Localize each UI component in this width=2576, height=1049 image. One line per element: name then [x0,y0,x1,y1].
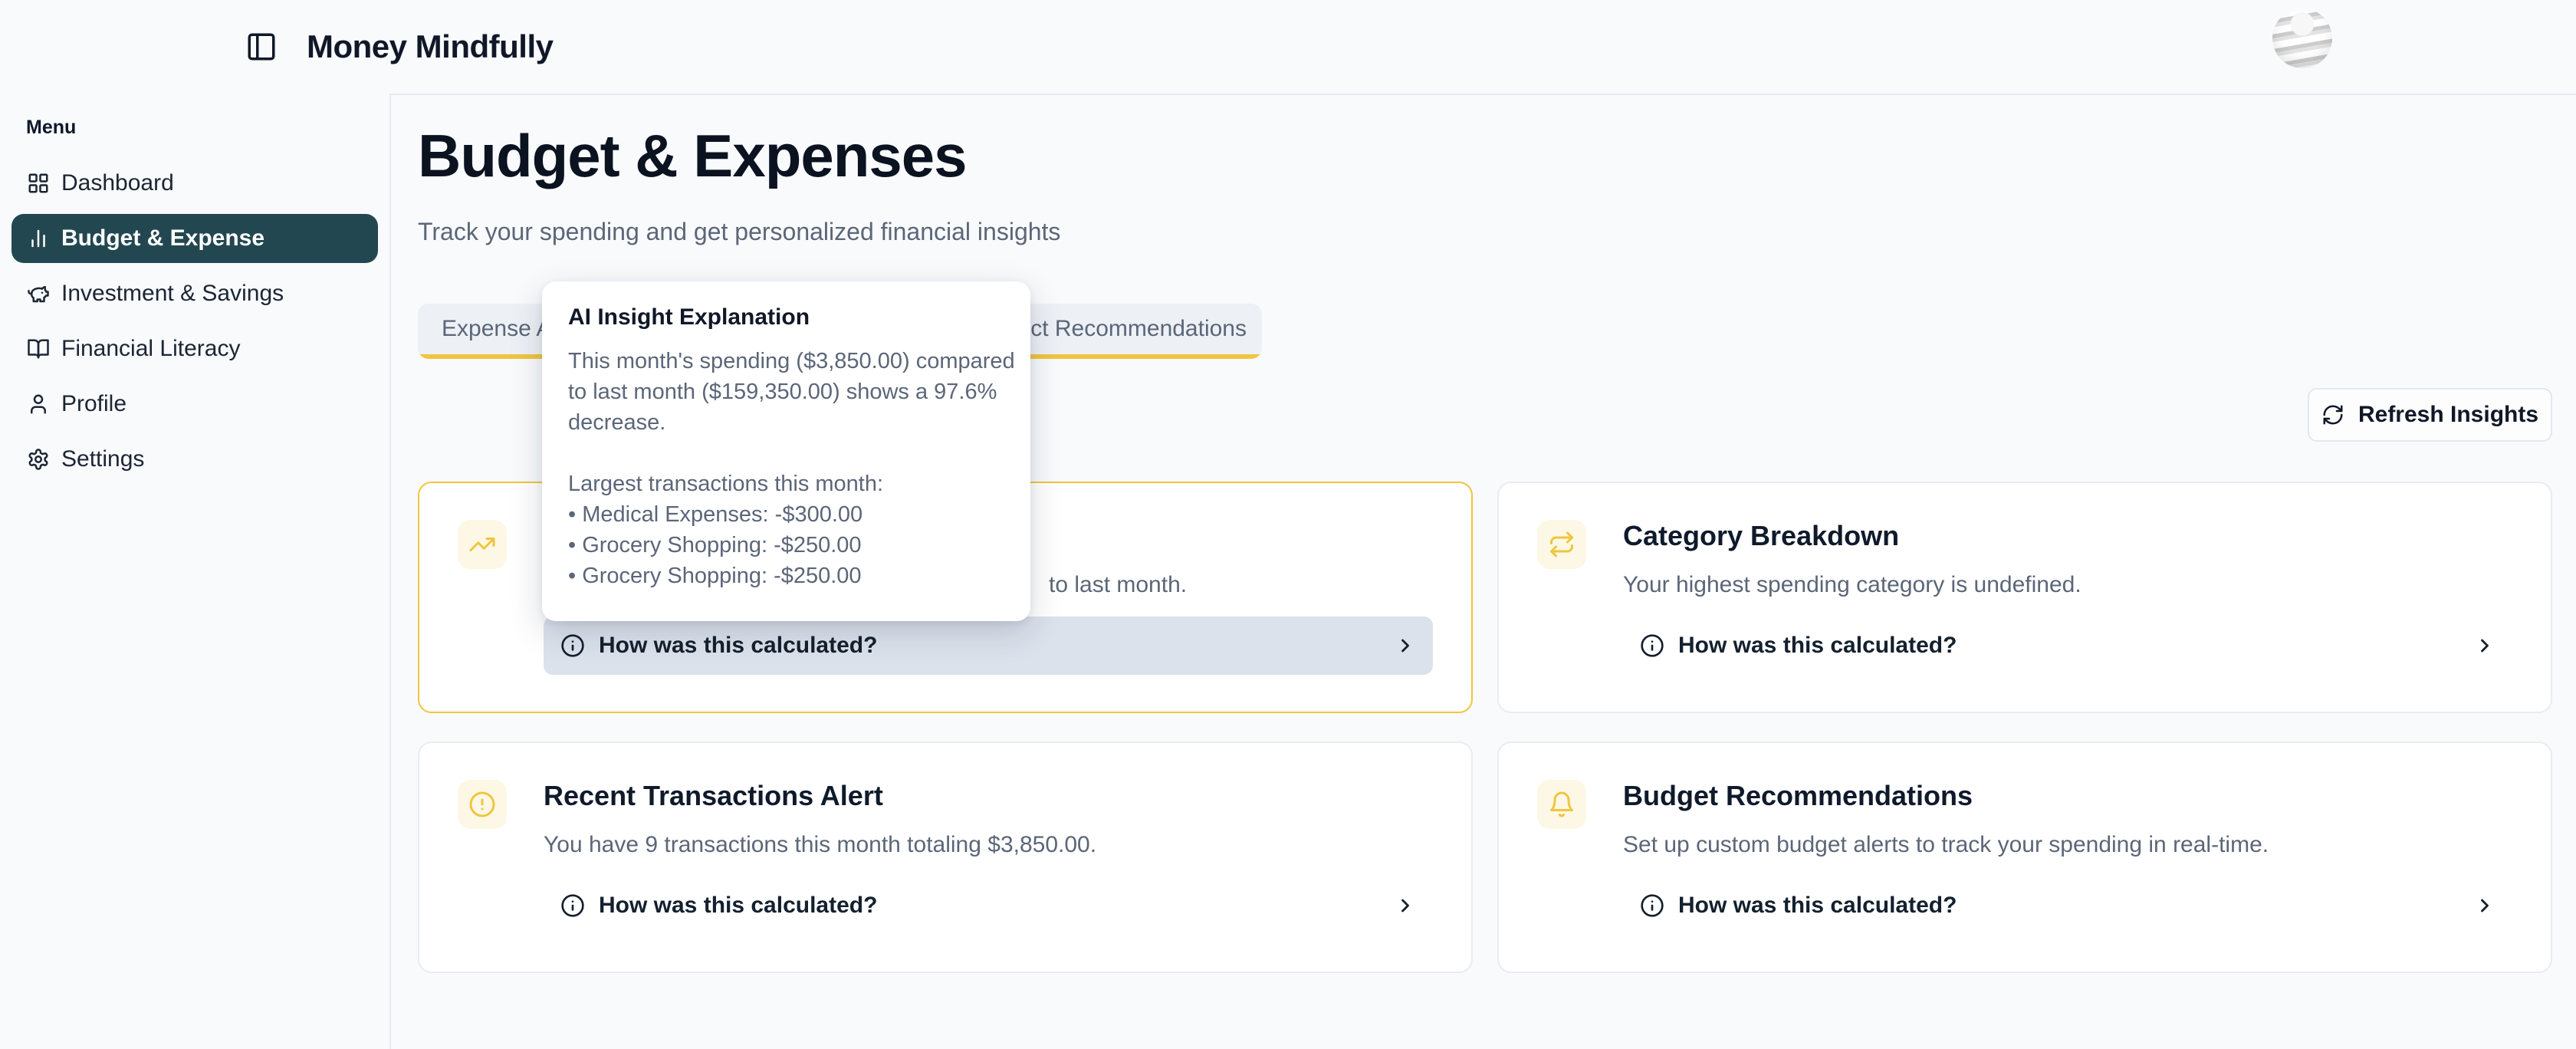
sidebar-item-label: Budget & Expense [61,225,264,252]
sidebar-item-label: Profile [61,391,127,417]
bell-icon [1537,780,1586,829]
refresh-insights-label: Refresh Insights [2358,402,2538,428]
app-title: Money Mindfully [307,0,554,94]
chevron-right-icon [2474,635,2496,656]
app-window: Money Mindfully Menu Dashboard Budget & … [0,0,2576,1049]
card-budget-recommendations: Budget Recommendations Set up custom bud… [1497,742,2552,973]
tooltip-paragraph-line: to last month ($159,350.00) shows a 97.6… [568,377,1017,407]
card-description: Set up custom budget alerts to track you… [1623,832,2269,858]
panel-left-icon [245,31,278,63]
tooltip-bullet: • Medical Expenses: -$300.00 [568,499,1017,530]
how-calculated-label: How was this calculated? [599,893,877,919]
avatar[interactable] [2272,8,2332,68]
how-calculated-label: How was this calculated? [1678,893,1957,919]
how-calculated-row[interactable]: How was this calculated? [1623,617,2512,675]
alert-circle-icon [458,780,507,829]
how-calculated-row[interactable]: How was this calculated? [544,876,1433,935]
how-calculated-label: How was this calculated? [599,633,877,659]
ai-insight-tooltip: AI Insight Explanation This month's spen… [542,281,1030,621]
sidebar-item-label: Financial Literacy [61,336,240,362]
repeat-icon [1537,520,1586,569]
book-open-icon [27,337,50,360]
card-description: You have 9 transactions this month total… [544,832,1096,858]
piggy-bank-icon [27,282,50,305]
how-calculated-row[interactable]: How was this calculated? [1623,876,2512,935]
tooltip-title: AI Insight Explanation [568,303,1017,332]
top-header: Money Mindfully [0,0,2576,95]
refresh-insights-button[interactable]: Refresh Insights [2308,388,2552,442]
refresh-icon [2321,403,2344,426]
info-icon [1640,633,1664,658]
chevron-right-icon [1395,895,1416,916]
gear-icon [27,448,50,471]
card-title: Category Breakdown [1623,520,1899,552]
tooltip-bullet: • Grocery Shopping: -$250.00 [568,561,1017,591]
card-title: Recent Transactions Alert [544,780,883,812]
sidebar-menu-label: Menu [12,117,378,139]
sidebar-item-investment-savings[interactable]: Investment & Savings [12,269,378,318]
tooltip-spacer [568,438,1017,469]
trending-up-icon [458,520,507,569]
layout-grid-icon [27,172,50,195]
bar-chart-icon [27,227,50,250]
chevron-right-icon [1395,635,1416,656]
card-recent-transactions-alert: Recent Transactions Alert You have 9 tra… [418,742,1473,973]
sidebar-item-label: Dashboard [61,170,174,196]
card-title: Budget Recommendations [1623,780,1973,812]
card-description: to last month. [1049,572,1187,598]
card-description: Your highest spending category is undefi… [1623,572,2082,598]
sidebar: Menu Dashboard Budget & Expense Investme… [0,94,391,1049]
page-subtitle: Track your spending and get personalized… [418,218,1060,246]
sidebar-item-settings[interactable]: Settings [12,435,378,484]
card-category-breakdown: Category Breakdown Your highest spending… [1497,482,2552,713]
tooltip-bullet: • Grocery Shopping: -$250.00 [568,530,1017,561]
sidebar-item-dashboard[interactable]: Dashboard [12,159,378,208]
sidebar-item-label: Settings [61,446,144,472]
info-icon [1640,893,1664,918]
sidebar-item-budget-expense[interactable]: Budget & Expense [12,214,378,263]
sidebar-item-label: Investment & Savings [61,281,284,307]
chevron-right-icon [2474,895,2496,916]
tooltip-paragraph-line: This month's spending ($3,850.00) compar… [568,346,1017,377]
user-icon [27,393,50,416]
how-calculated-row[interactable]: How was this calculated? [544,617,1433,675]
info-icon [560,893,585,918]
sidebar-item-profile[interactable]: Profile [12,380,378,429]
tooltip-paragraph-line: decrease. [568,407,1017,438]
how-calculated-label: How was this calculated? [1678,633,1957,659]
page-title: Budget & Expenses [418,121,967,191]
tooltip-list-heading: Largest transactions this month: [568,469,1017,499]
sidebar-toggle-button[interactable] [245,31,278,63]
sidebar-item-financial-literacy[interactable]: Financial Literacy [12,324,378,373]
info-icon [560,633,585,658]
